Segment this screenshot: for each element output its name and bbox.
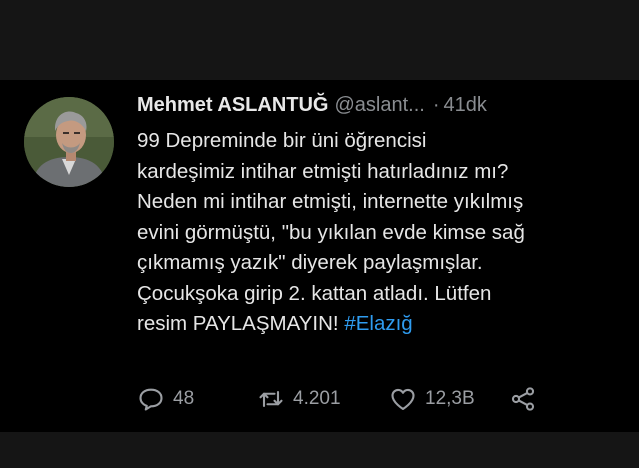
- retweet-icon: [259, 390, 283, 408]
- hashtag-link[interactable]: #Elazığ: [344, 312, 412, 335]
- share-button[interactable]: [509, 385, 537, 413]
- share-icon: [511, 387, 535, 411]
- avatar-photo: [24, 97, 114, 187]
- tweet-line: evini görmüştü, "bu yıkılan evde kimse s…: [137, 220, 525, 244]
- avatar[interactable]: [24, 97, 114, 187]
- like-button[interactable]: 12,3B: [389, 385, 475, 413]
- tweet-line: kardeşimiz intihar etmişti hatırladınız …: [137, 159, 509, 183]
- author-name[interactable]: Mehmet ASLANTUĞ: [137, 94, 328, 116]
- tweet-line-text: resim PAYLAŞMAYIN!: [137, 312, 345, 335]
- tweet-actions: 48 4.201 12,3B: [137, 385, 617, 417]
- tweet-header: Mehmet ASLANTUĞ @aslant... · 41dk: [137, 94, 487, 117]
- tweet-text: 99 Depreminde bir üni öğrencisi kardeşim…: [137, 126, 627, 340]
- reply-button[interactable]: 48: [137, 385, 194, 413]
- like-icon: [391, 388, 415, 410]
- author-handle[interactable]: @aslant...: [334, 94, 424, 116]
- separator-dot: ·: [432, 94, 440, 116]
- bottom-dark-band: [0, 432, 639, 468]
- tweet-line: çıkmamış yazık" diyerek paylaşmışlar.: [137, 251, 483, 274]
- retweet-button[interactable]: 4.201: [257, 385, 341, 413]
- reply-count: 48: [173, 388, 195, 409]
- tweet-line: Çocukşoka girip 2. kattan atladı. Lütfen: [137, 281, 492, 305]
- tweet-time[interactable]: 41dk: [444, 94, 487, 116]
- tweet-card[interactable]: Mehmet ASLANTUĞ @aslant... · 41dk 99 Deprem…: [0, 80, 639, 432]
- top-dark-band: [0, 0, 639, 80]
- retweet-count: 4.201: [293, 388, 341, 409]
- tweet-line: 99 Depreminde bir üni öğrencisi: [137, 129, 427, 152]
- tweet-line: Neden mi intihar etmişti, internette yık…: [137, 190, 524, 213]
- tweet-line-last: resim PAYLAŞMAYIN! #Elazığ: [137, 309, 627, 340]
- reply-icon: [139, 388, 163, 411]
- like-count: 12,3B: [425, 388, 475, 409]
